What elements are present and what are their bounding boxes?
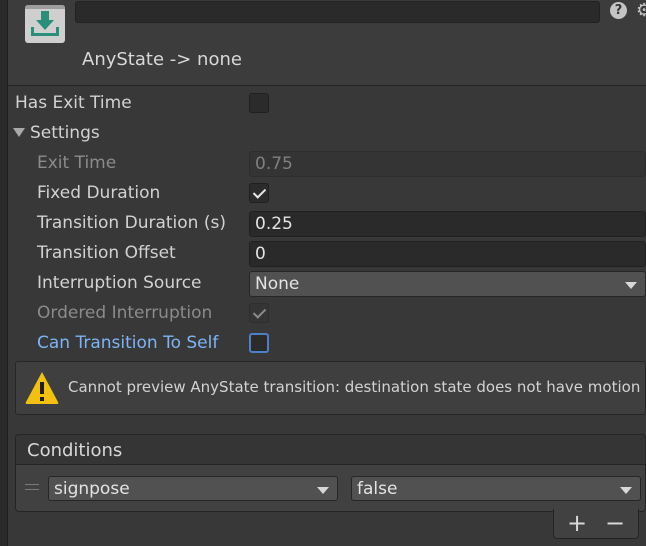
transition-name-field[interactable] (75, 1, 600, 23)
exit-time-field: 0.75 (249, 151, 646, 177)
can-transition-to-self-label: Can Transition To Self (37, 333, 219, 353)
fixed-duration-label: Fixed Duration (37, 183, 161, 203)
condition-value-value: false (357, 479, 398, 499)
chevron-down-icon (625, 282, 637, 289)
interruption-source-value: None (255, 274, 300, 294)
transition-icon (25, 5, 65, 43)
transition-duration-label: Transition Duration (s) (37, 213, 226, 233)
can-transition-to-self-checkbox[interactable] (249, 333, 269, 353)
interruption-source-label: Interruption Source (37, 273, 202, 293)
condition-parameter-value: signpose (54, 479, 130, 499)
settings-foldout-arrow-icon[interactable] (13, 128, 25, 137)
help-icon[interactable]: ? (610, 2, 627, 19)
add-condition-button[interactable]: + (558, 509, 596, 537)
warning-icon (25, 372, 59, 404)
has-exit-time-checkbox[interactable] (249, 93, 269, 113)
warning-helpbox: Cannot preview AnyState transition: dest… (15, 361, 646, 415)
inspector-header: ? ⚙ AnyState -> none (8, 0, 646, 86)
condition-parameter-dropdown[interactable]: signpose (48, 476, 338, 501)
exit-time-label: Exit Time (37, 153, 117, 173)
drag-handle-icon[interactable] (25, 484, 39, 490)
page-title: AnyState -> none (82, 49, 242, 70)
interruption-source-dropdown[interactable]: None (249, 271, 646, 297)
conditions-footer: + − (553, 509, 639, 539)
ordered-interruption-checkbox (249, 303, 269, 323)
inspector-left-edge (0, 0, 8, 546)
gear-icon[interactable]: ⚙ (636, 0, 646, 21)
remove-condition-button[interactable]: − (596, 509, 634, 537)
warning-message: Cannot preview AnyState transition: dest… (68, 378, 641, 396)
conditions-header: Conditions (16, 435, 645, 465)
transition-offset-field[interactable]: 0 (249, 241, 646, 267)
has-exit-time-label: Has Exit Time (15, 93, 132, 113)
fixed-duration-checkbox[interactable] (249, 183, 269, 203)
condition-value-dropdown[interactable]: false (351, 476, 641, 501)
chevron-down-icon (317, 487, 329, 494)
settings-foldout-label[interactable]: Settings (30, 123, 100, 143)
transition-duration-field[interactable]: 0.25 (249, 211, 646, 237)
chevron-down-icon (620, 487, 632, 494)
conditions-title: Conditions (27, 440, 123, 461)
transition-offset-label: Transition Offset (37, 243, 176, 263)
ordered-interruption-label: Ordered Interruption (37, 303, 213, 323)
conditions-list: Conditions signpose false (15, 434, 646, 512)
